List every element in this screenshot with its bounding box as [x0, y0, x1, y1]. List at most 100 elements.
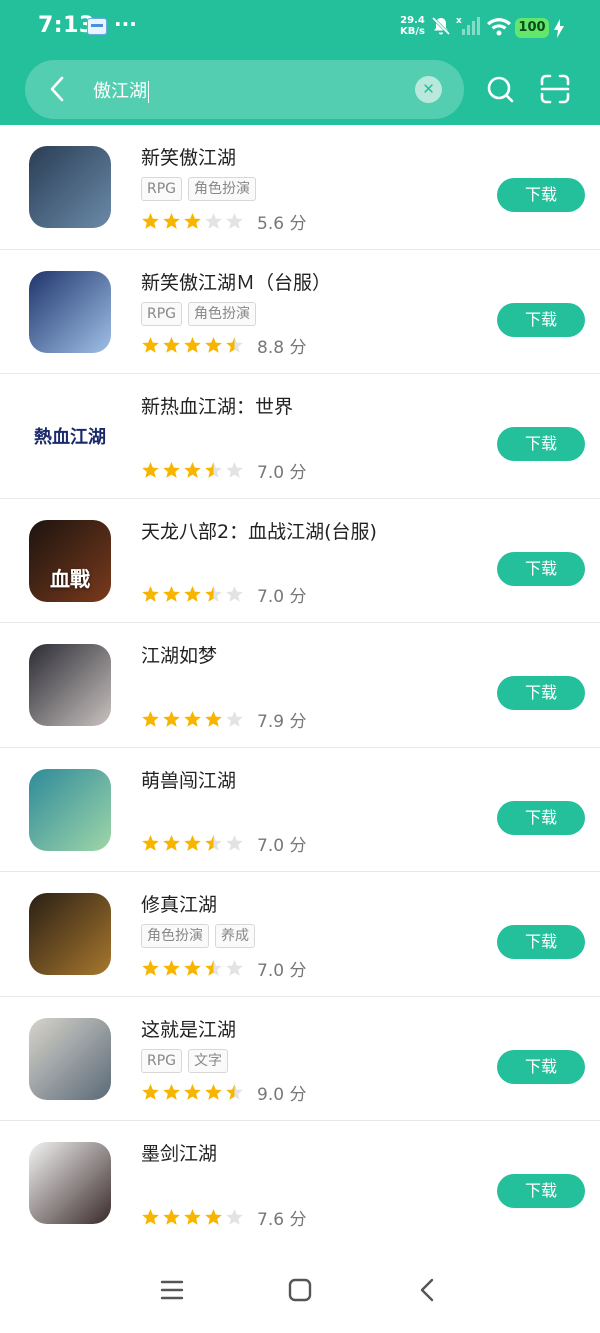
download-button[interactable]: 下载	[497, 800, 585, 835]
star-full-icon	[205, 710, 222, 727]
list-item[interactable]: 修真江湖 角色扮演 养成 7.0 分下载	[0, 872, 600, 997]
text-caret	[148, 81, 149, 103]
search-input[interactable]: 傲江湖	[93, 77, 149, 103]
app-name[interactable]: 新笑傲江湖	[141, 143, 236, 170]
app-name[interactable]: 天龙八部2：血战江湖(台服)	[141, 517, 377, 544]
star-half-icon	[205, 586, 222, 602]
download-button[interactable]: 下载	[497, 551, 585, 586]
star-full-icon	[163, 959, 180, 976]
back-icon[interactable]	[411, 1273, 445, 1307]
charging-icon	[554, 19, 564, 38]
app-icon[interactable]	[29, 893, 111, 975]
app-tags: RPG 文字	[141, 1048, 234, 1073]
app-score-value: 8.8	[257, 338, 285, 358]
download-button[interactable]: 下载	[497, 925, 585, 959]
star-full-icon	[184, 1208, 201, 1225]
app-icon[interactable]: 熱血江湖	[29, 395, 111, 477]
clear-search-button[interactable]: ✕	[415, 76, 442, 103]
network-speed: 29.4 KB/s	[400, 15, 425, 37]
navigation-bar	[0, 1245, 600, 1333]
app-score-value: 7.0	[257, 960, 285, 981]
list-item[interactable]: 江湖如梦 7.9 分 下载	[0, 623, 600, 748]
list-item[interactable]: 这就是江湖 RPG 文字 9.0 分 下载	[0, 997, 600, 1121]
app-score-unit: 分	[289, 836, 307, 856]
star-full-icon	[205, 1208, 222, 1225]
app-icon[interactable]	[29, 644, 111, 726]
app-icon-logo-text: 熱血江湖	[34, 427, 106, 448]
app-icon[interactable]	[29, 1142, 111, 1224]
app-score-unit: 分	[289, 587, 307, 607]
star-full-icon	[142, 1208, 159, 1225]
app-icon[interactable]	[29, 146, 111, 228]
back-arrow-icon[interactable]	[41, 72, 75, 106]
recent-apps-icon[interactable]	[155, 1273, 189, 1307]
star-full-icon	[142, 586, 159, 602]
app-name[interactable]: 新笑傲江湖Ｍ（台服）	[141, 268, 331, 295]
app-score: 7.0 分	[257, 582, 306, 607]
app-name[interactable]: 墨剑江湖	[141, 1139, 217, 1166]
home-icon[interactable]	[283, 1273, 317, 1307]
search-icon[interactable]	[484, 73, 516, 105]
app-icon[interactable]	[29, 1017, 111, 1100]
star-full-icon	[184, 835, 201, 851]
app-name[interactable]: 江湖如梦	[141, 641, 217, 668]
app-score: 7.0 分	[257, 831, 306, 856]
app-rating: 7.0 分	[141, 458, 306, 483]
list-item[interactable]: 新笑傲江湖Ｍ（台服） RPG 角色扮演 8.8 分 下载	[0, 250, 600, 374]
network-speed-unit: KB/s	[400, 26, 425, 37]
app-rating: 7.0 分	[141, 583, 306, 607]
app-icon[interactable]	[29, 270, 111, 353]
app-tag: 角色扮演	[141, 924, 209, 948]
app-icon[interactable]	[29, 768, 111, 851]
cellular-signal-icon: x	[456, 16, 480, 35]
download-button[interactable]: 下载	[497, 427, 585, 461]
star-full-icon	[205, 337, 222, 353]
header: 7:13 ··· 29.4 KB/s x 100 傲江湖 ✕	[0, 0, 600, 125]
app-name[interactable]: 这就是江湖	[141, 1015, 236, 1042]
app-score-unit: 分	[289, 960, 307, 981]
star-full-icon	[163, 835, 180, 851]
download-button[interactable]: 下载	[497, 302, 585, 337]
app-rating: 5.6 分	[141, 209, 306, 234]
download-button[interactable]: 下载	[497, 178, 585, 212]
list-item[interactable]: 墨剑江湖 7.6 分 下载	[0, 1121, 600, 1246]
app-score-unit: 分	[289, 213, 307, 234]
star-half-icon	[205, 835, 222, 851]
app-score: 5.6 分	[257, 209, 306, 234]
star-full-icon	[184, 461, 201, 478]
app-tags: RPG 角色扮演	[141, 301, 262, 326]
download-button[interactable]: 下载	[497, 1049, 585, 1084]
app-tag: RPG	[141, 1048, 183, 1073]
download-button[interactable]: 下载	[497, 676, 585, 710]
star-full-icon	[142, 1084, 159, 1100]
app-rating: 7.0 分	[141, 832, 306, 856]
app-score-value: 7.6	[257, 1209, 285, 1230]
star-full-icon	[163, 586, 180, 602]
download-button[interactable]: 下载	[497, 1174, 585, 1208]
app-name[interactable]: 萌兽闯江湖	[141, 766, 236, 793]
app-icon[interactable]: 血戰	[29, 519, 111, 602]
search-query: 傲江湖	[93, 81, 147, 102]
list-item[interactable]: 新笑傲江湖 RPG 角色扮演 5.6 分下载	[0, 125, 600, 250]
svg-text:x: x	[456, 16, 462, 26]
list-item[interactable]: 熱血江湖 新热血江湖：世界 7.0 分 下载	[0, 374, 600, 499]
star-full-icon	[163, 1084, 180, 1100]
list-item[interactable]: 萌兽闯江湖 7.0 分 下载	[0, 748, 600, 872]
app-score-unit: 分	[289, 711, 307, 732]
star-full-icon	[184, 710, 201, 727]
star-full-icon	[142, 212, 159, 229]
more-notifications-icon: ···	[114, 12, 137, 36]
mute-bell-icon	[431, 16, 451, 36]
list-item[interactable]: 血戰 天龙八部2：血战江湖(台服) 7.0 分 下载	[0, 499, 600, 623]
scan-icon[interactable]	[539, 73, 571, 105]
app-tags: 角色扮演 养成	[141, 924, 261, 948]
app-icon-logo-text: 血戰	[50, 566, 90, 591]
star-full-icon	[142, 337, 159, 353]
app-score-value: 5.6	[257, 213, 285, 234]
app-rating: 7.6 分	[141, 1205, 306, 1230]
star-half-icon	[226, 337, 243, 353]
app-name[interactable]: 新热血江湖：世界	[141, 392, 293, 419]
app-rating: 8.8 分	[141, 334, 306, 358]
app-name[interactable]: 修真江湖	[141, 890, 217, 917]
app-tag: 养成	[215, 924, 255, 948]
